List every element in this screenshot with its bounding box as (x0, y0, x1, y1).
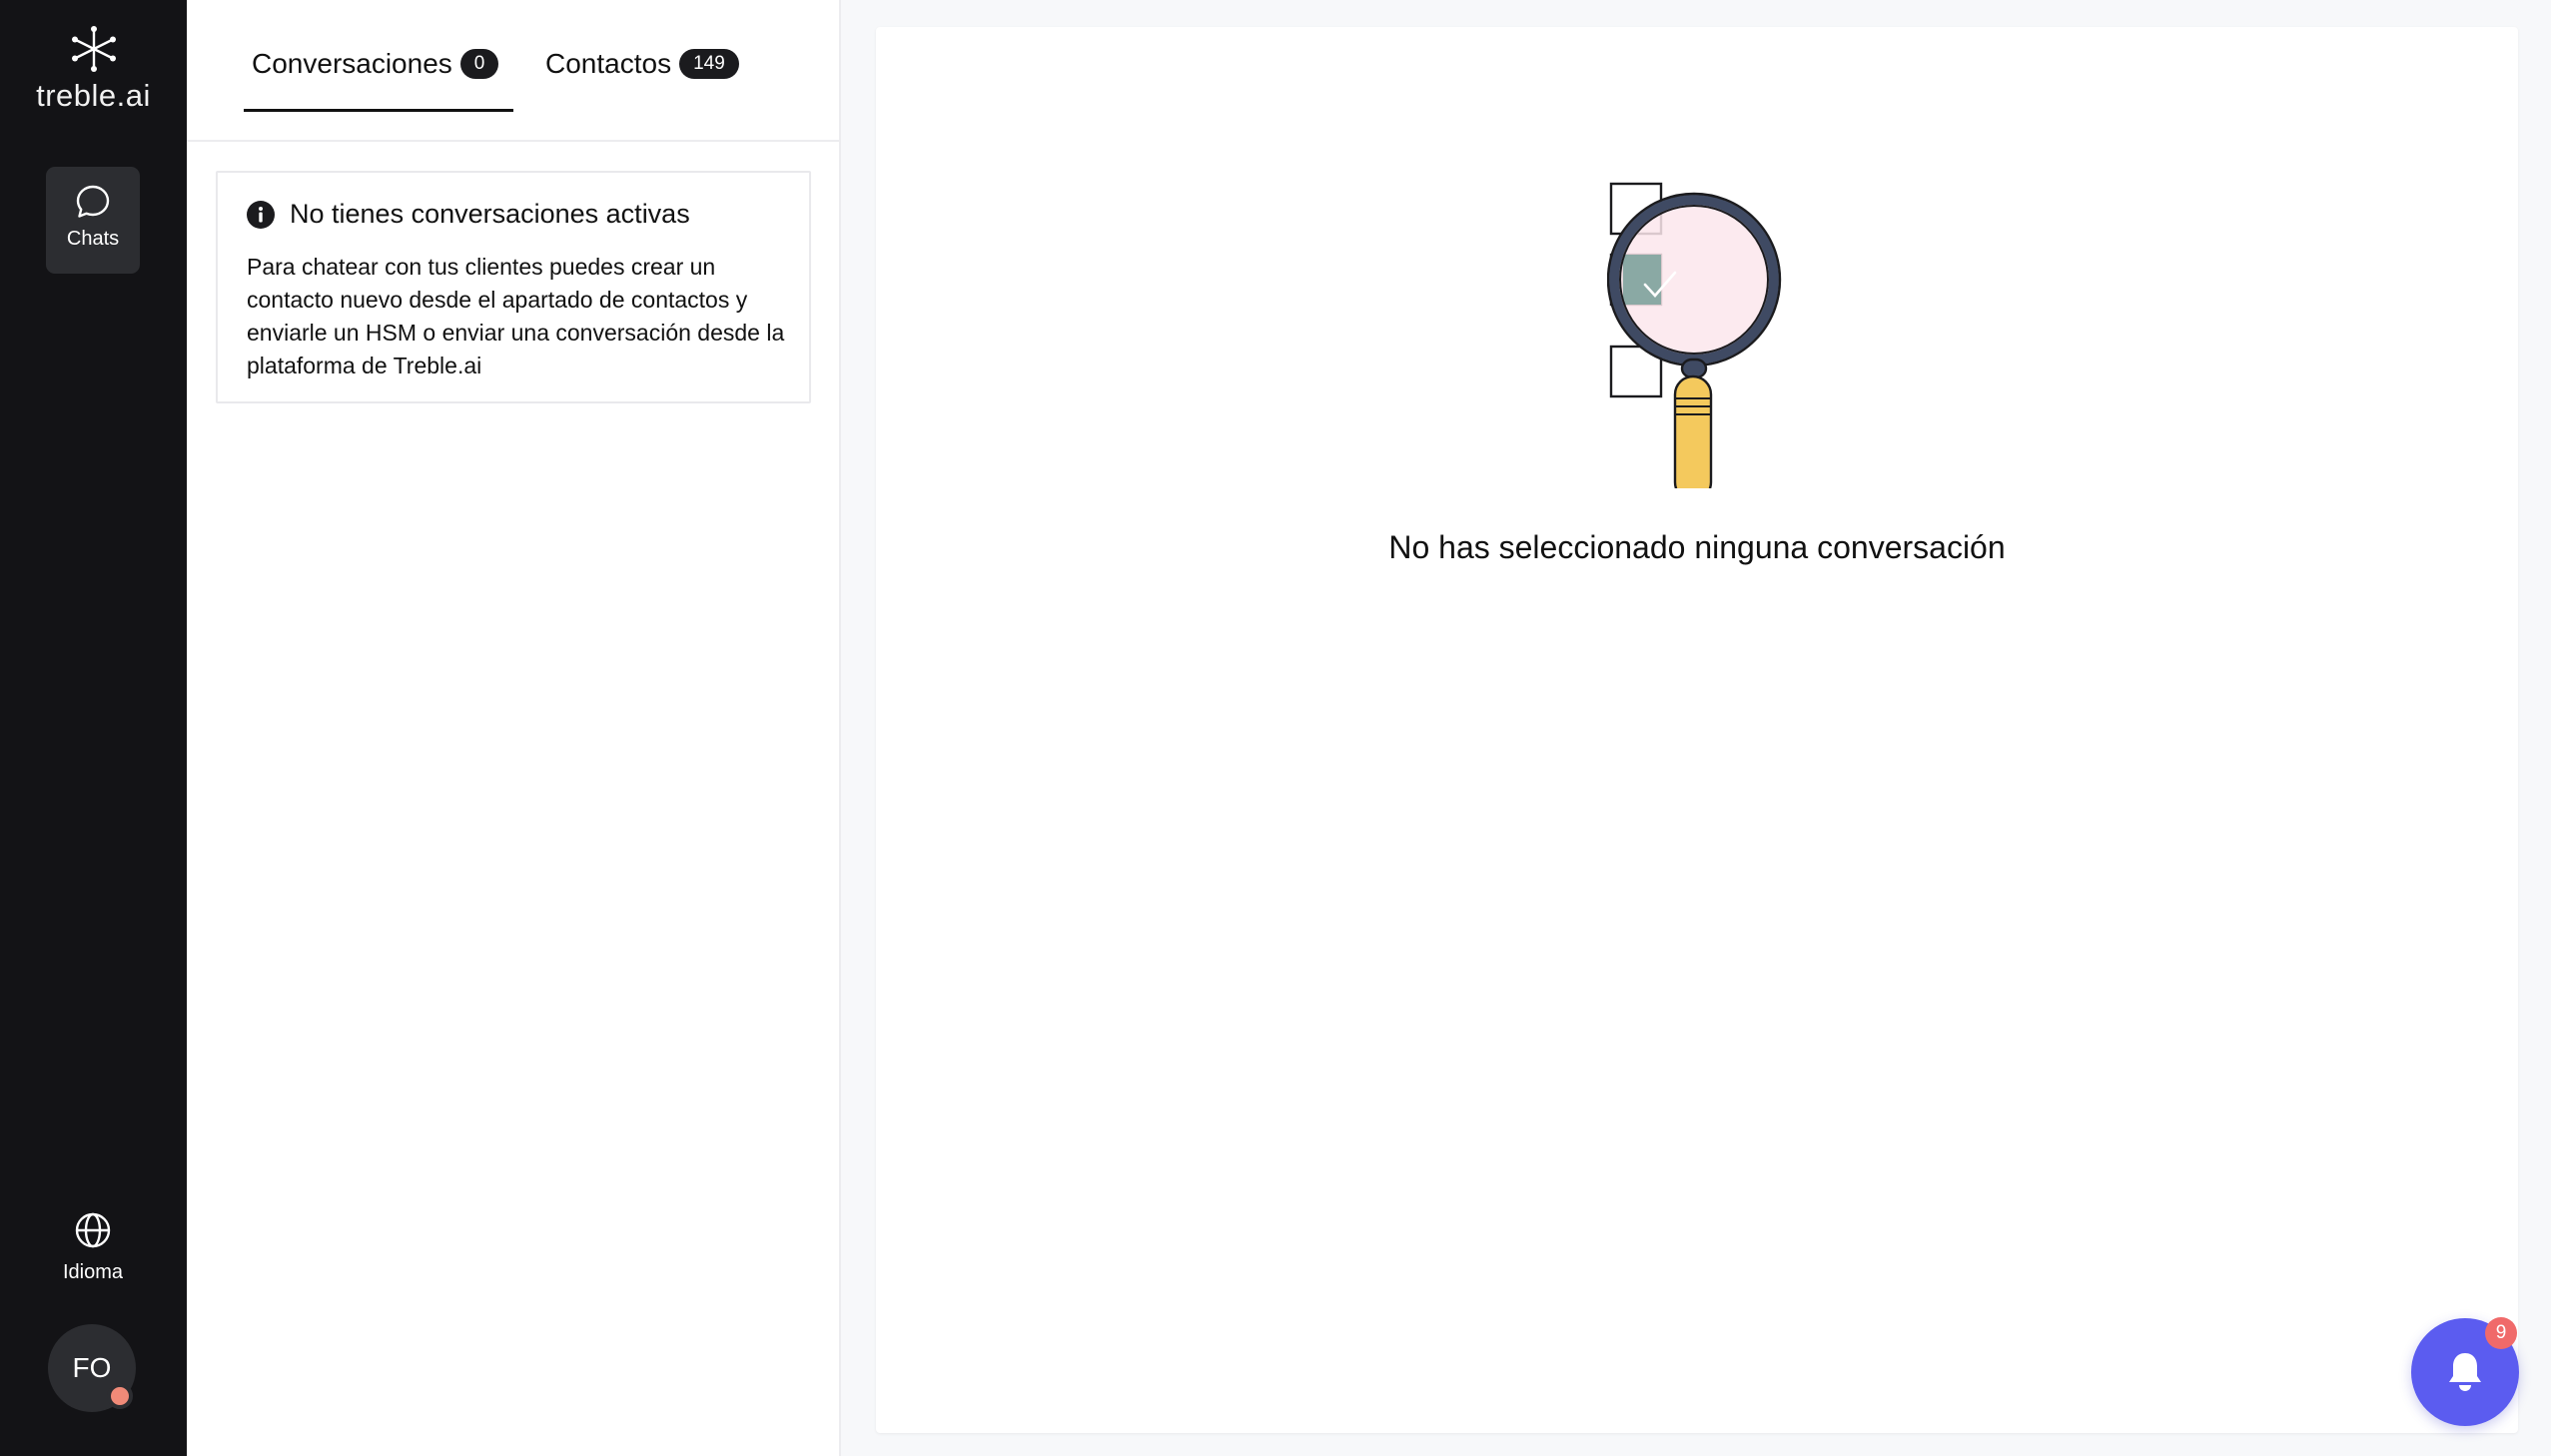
info-card-header: No tienes conversaciones activas (246, 199, 690, 230)
user-status-indicator (107, 1383, 133, 1409)
tab-conversations[interactable]: Conversaciones 0 (252, 48, 499, 80)
bell-icon (2449, 1353, 2481, 1391)
nav-language-label: Idioma (62, 1261, 124, 1283)
active-tab-indicator (244, 109, 513, 112)
info-icon (247, 200, 275, 229)
tab-contacts[interactable]: Contactos 149 (545, 48, 739, 80)
info-card-title: No tienes conversaciones activas (290, 199, 690, 229)
globe-icon (75, 1212, 111, 1248)
treble-logo-icon (71, 26, 116, 72)
tab-contacts-count: 149 (679, 49, 739, 79)
left-rail: treble.ai Chats Idioma FO (0, 0, 187, 1456)
magnifier-checklist-icon (1607, 182, 1782, 488)
panel-tabs: Conversaciones 0 Contactos 149 (187, 0, 841, 142)
conversations-panel: Conversaciones 0 Contactos 149 No tienes… (187, 0, 841, 1456)
brand-logo[interactable]: treble.ai (0, 24, 187, 114)
nav-chats[interactable]: Chats (46, 167, 140, 274)
nav-language[interactable]: Idioma (38, 1211, 148, 1284)
chat-bubble-icon (76, 185, 110, 218)
empty-state-message: No has seleccionado ninguna conversación (1388, 529, 2006, 565)
brand-name: treble.ai (36, 78, 151, 113)
conversation-view: No has seleccionado ninguna conversación (876, 27, 2518, 1433)
nav-chats-label: Chats (66, 228, 120, 250)
no-conversations-card: No tienes conversaciones activas Para ch… (216, 171, 811, 403)
info-card-body: Para chatear con tus clientes puedes cre… (247, 254, 785, 378)
tab-conversations-count: 0 (459, 49, 499, 79)
tab-contacts-label: Contactos (545, 48, 672, 79)
tab-conversations-label: Conversaciones (252, 48, 452, 79)
notifications-count-badge: 9 (2485, 1317, 2517, 1349)
